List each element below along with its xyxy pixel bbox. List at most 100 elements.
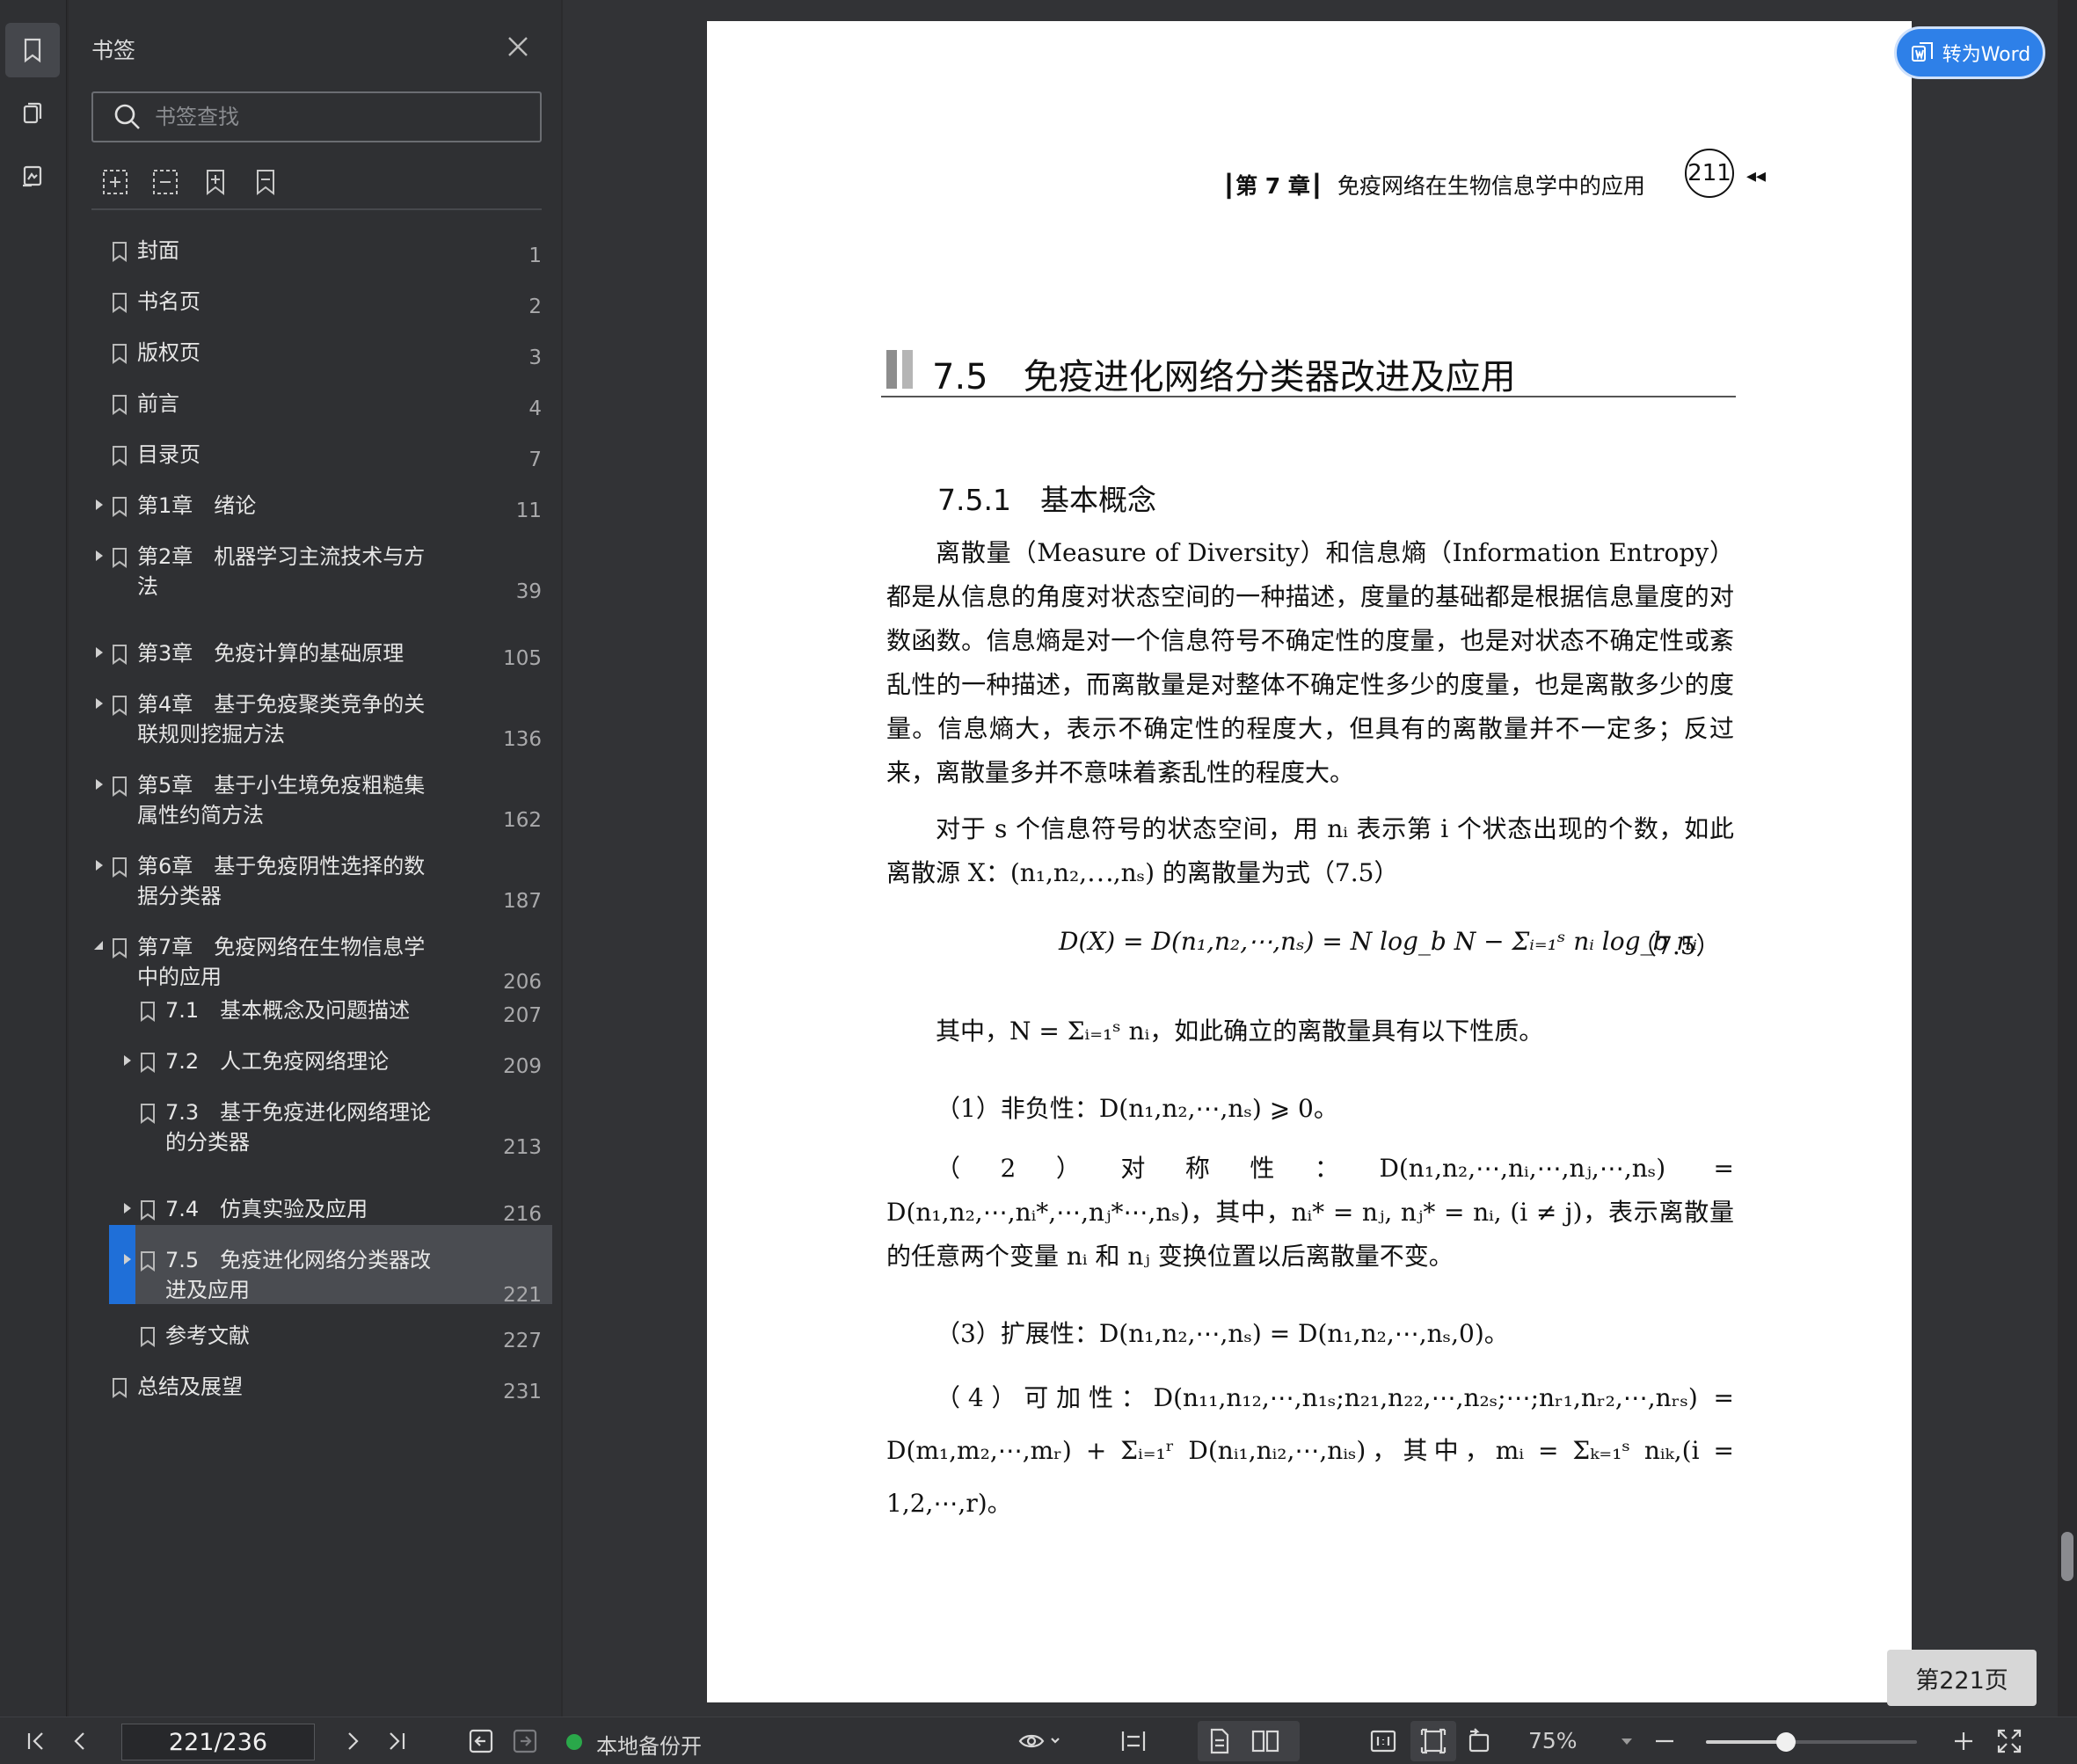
bookmark-label: 第5章 基于小生境免疫粗糙集 属性约简方法 <box>137 773 426 827</box>
bookmark-page-number: 221 <box>503 1284 542 1307</box>
bookmark-item[interactable]: 7.3 基于免疫进化网络理论 的分类器 213 <box>69 1097 561 1175</box>
zoom-dropdown-button[interactable] <box>1618 1726 1636 1756</box>
bookmark-label: 书名页 <box>137 289 200 314</box>
bookmark-item[interactable]: 版权页 3 <box>69 338 561 382</box>
chevron-down-icon[interactable] <box>93 939 106 951</box>
collapse-all-icon <box>153 170 178 194</box>
bookmark-item[interactable]: 第2章 机器学习主流技术与方 法 39 <box>69 542 561 619</box>
eye-care-mode-button[interactable] <box>1017 1726 1060 1756</box>
bookmark-label: 7.5 免疫进化网络分类器改 进及应用 <box>165 1248 432 1302</box>
plus-icon <box>1955 1732 1972 1750</box>
bookmark-button[interactable] <box>251 167 281 197</box>
bookmark-item[interactable]: 第6章 基于免疫阴性选择的数 据分类器 187 <box>69 851 561 929</box>
next-page-button[interactable] <box>338 1726 368 1756</box>
zoom-in-button[interactable] <box>1949 1726 1979 1756</box>
previous-page-button[interactable] <box>65 1726 95 1756</box>
zoom-slider-thumb[interactable] <box>1776 1732 1796 1752</box>
bookmark-toolbar <box>100 167 281 202</box>
page-number-field[interactable] <box>121 1724 315 1760</box>
subsection-title: 7.5.1 基本概念 <box>937 483 1156 517</box>
chevron-right-icon[interactable] <box>121 1053 134 1066</box>
fit-page-button[interactable] <box>1418 1726 1448 1756</box>
section-title: 7.5 免疫进化网络分类器改进及应用 <box>932 357 1516 397</box>
bookmark-item[interactable]: 前言 4 <box>69 389 561 433</box>
fit-width-icon <box>1121 1731 1146 1751</box>
minus-icon <box>1656 1739 1673 1743</box>
section-rule <box>881 396 1736 397</box>
bookmark-item[interactable]: 第1章 绪论 11 <box>69 491 561 535</box>
bookmark-page-number: 136 <box>503 728 542 751</box>
first-page-button[interactable] <box>21 1726 51 1756</box>
actual-size-button[interactable] <box>1368 1726 1398 1756</box>
bookmark-panel-button[interactable] <box>5 23 60 77</box>
annotation-panel-button[interactable] <box>5 149 60 204</box>
convert-to-word-button[interactable]: 转为Word <box>1894 26 2045 79</box>
bookmark-item[interactable]: 参考文献 227 <box>69 1321 561 1365</box>
bookmark-item[interactable]: 封面 1 <box>69 236 561 280</box>
pdf-page: ┃第 7 章┃ 免疫网络在生物信息学中的应用 211 ◂◂ 7.5 免疫进化网络… <box>707 21 1912 1702</box>
chevron-right-icon <box>348 1732 359 1750</box>
bookmark-item[interactable]: 目录页 7 <box>69 440 561 484</box>
bookmark-icon <box>111 547 128 568</box>
convert-to-word-label: 转为Word <box>1942 44 2031 66</box>
chevron-left-icon <box>74 1732 84 1750</box>
collapse-all-button[interactable] <box>150 167 180 197</box>
bookmark-item[interactable]: 第3章 免疫计算的基础原理 105 <box>69 638 561 682</box>
bookmark-icon <box>139 1250 157 1272</box>
paragraph-1: 离散量（Measure of Diversity）和信息熵（Informatio… <box>886 538 1734 787</box>
rotate-icon <box>1468 1728 1490 1753</box>
scrollbar-thumb[interactable] <box>2061 1532 2073 1581</box>
zoom-level[interactable]: 75% <box>1528 1728 1578 1753</box>
bookmark-item[interactable]: 第4章 基于免疫聚类竞争的关 联规则挖掘方法 136 <box>69 689 561 767</box>
bookmark-label: 版权页 <box>137 340 200 365</box>
document-viewport[interactable]: ┃第 7 章┃ 免疫网络在生物信息学中的应用 211 ◂◂ 7.5 免疫进化网络… <box>563 0 2077 1717</box>
bookmark-search-box[interactable] <box>91 91 542 142</box>
back-button[interactable] <box>466 1726 496 1756</box>
close-panel-button[interactable] <box>505 33 531 60</box>
bookmark-search-input[interactable] <box>155 105 524 129</box>
bookmark-icon <box>111 856 128 878</box>
bookmark-item[interactable]: 7.4 仿真实验及应用 216 <box>69 1194 561 1238</box>
zoom-slider[interactable] <box>1706 1732 1917 1752</box>
bookmark-page-number: 11 <box>515 499 542 522</box>
two-page-button[interactable] <box>1250 1726 1280 1756</box>
rotate-button[interactable] <box>1465 1726 1495 1756</box>
chevron-right-icon[interactable] <box>93 498 106 510</box>
single-page-button[interactable] <box>1205 1726 1235 1756</box>
add-bookmark-button[interactable] <box>200 167 230 197</box>
expand-all-button[interactable] <box>100 167 130 197</box>
fullscreen-button[interactable] <box>1994 1726 2024 1756</box>
bookmark-item[interactable]: 7.5 免疫进化网络分类器改 进及应用 221 <box>69 1245 561 1323</box>
chevron-right-icon[interactable] <box>93 696 106 709</box>
fit-width-button[interactable] <box>1119 1726 1148 1756</box>
chevron-right-icon[interactable] <box>121 1252 134 1265</box>
add-bookmark-icon <box>207 170 224 196</box>
left-icon-rail <box>0 0 67 1717</box>
equation-7-5: D(X) = D(n₁,n₂,⋯,nₛ) = N log_b N − Σᵢ₌₁ˢ… <box>1059 927 1698 956</box>
bookmark-item[interactable]: 第5章 基于小生境免疫粗糙集 属性约简方法 162 <box>69 770 561 848</box>
bookmark-item[interactable]: 总结及展望 231 <box>69 1372 561 1416</box>
chevron-right-icon[interactable] <box>93 645 106 658</box>
chevron-right-icon[interactable] <box>93 777 106 790</box>
bookmark-icon <box>111 695 128 716</box>
two-page-icon <box>1251 1730 1279 1753</box>
chevron-right-icon[interactable] <box>93 549 106 561</box>
forward-button[interactable] <box>510 1726 540 1756</box>
word-convert-icon <box>1911 42 1933 62</box>
zoom-out-button[interactable] <box>1650 1726 1680 1756</box>
bookmark-icon <box>139 1052 157 1073</box>
bookmark-page-number: 206 <box>503 971 542 994</box>
bookmark-item[interactable]: 7.2 人工免疫网络理论 209 <box>69 1046 561 1090</box>
thumbnail-panel-button[interactable] <box>5 86 60 141</box>
document-scrollbar[interactable] <box>2058 0 2077 1717</box>
backup-status-label[interactable]: 本地备份开 <box>596 1729 702 1760</box>
bookmark-icon <box>111 1377 128 1398</box>
annotation-icon <box>23 165 42 187</box>
bookmark-item[interactable]: 7.1 基本概念及问题描述 207 <box>69 995 561 1039</box>
bookmark-item[interactable]: 书名页 2 <box>69 287 561 331</box>
bookmark-page-number: 231 <box>503 1381 542 1403</box>
chevron-down-icon <box>1622 1738 1632 1745</box>
chevron-right-icon[interactable] <box>121 1201 134 1214</box>
last-page-button[interactable] <box>382 1726 412 1756</box>
chevron-right-icon[interactable] <box>93 858 106 871</box>
